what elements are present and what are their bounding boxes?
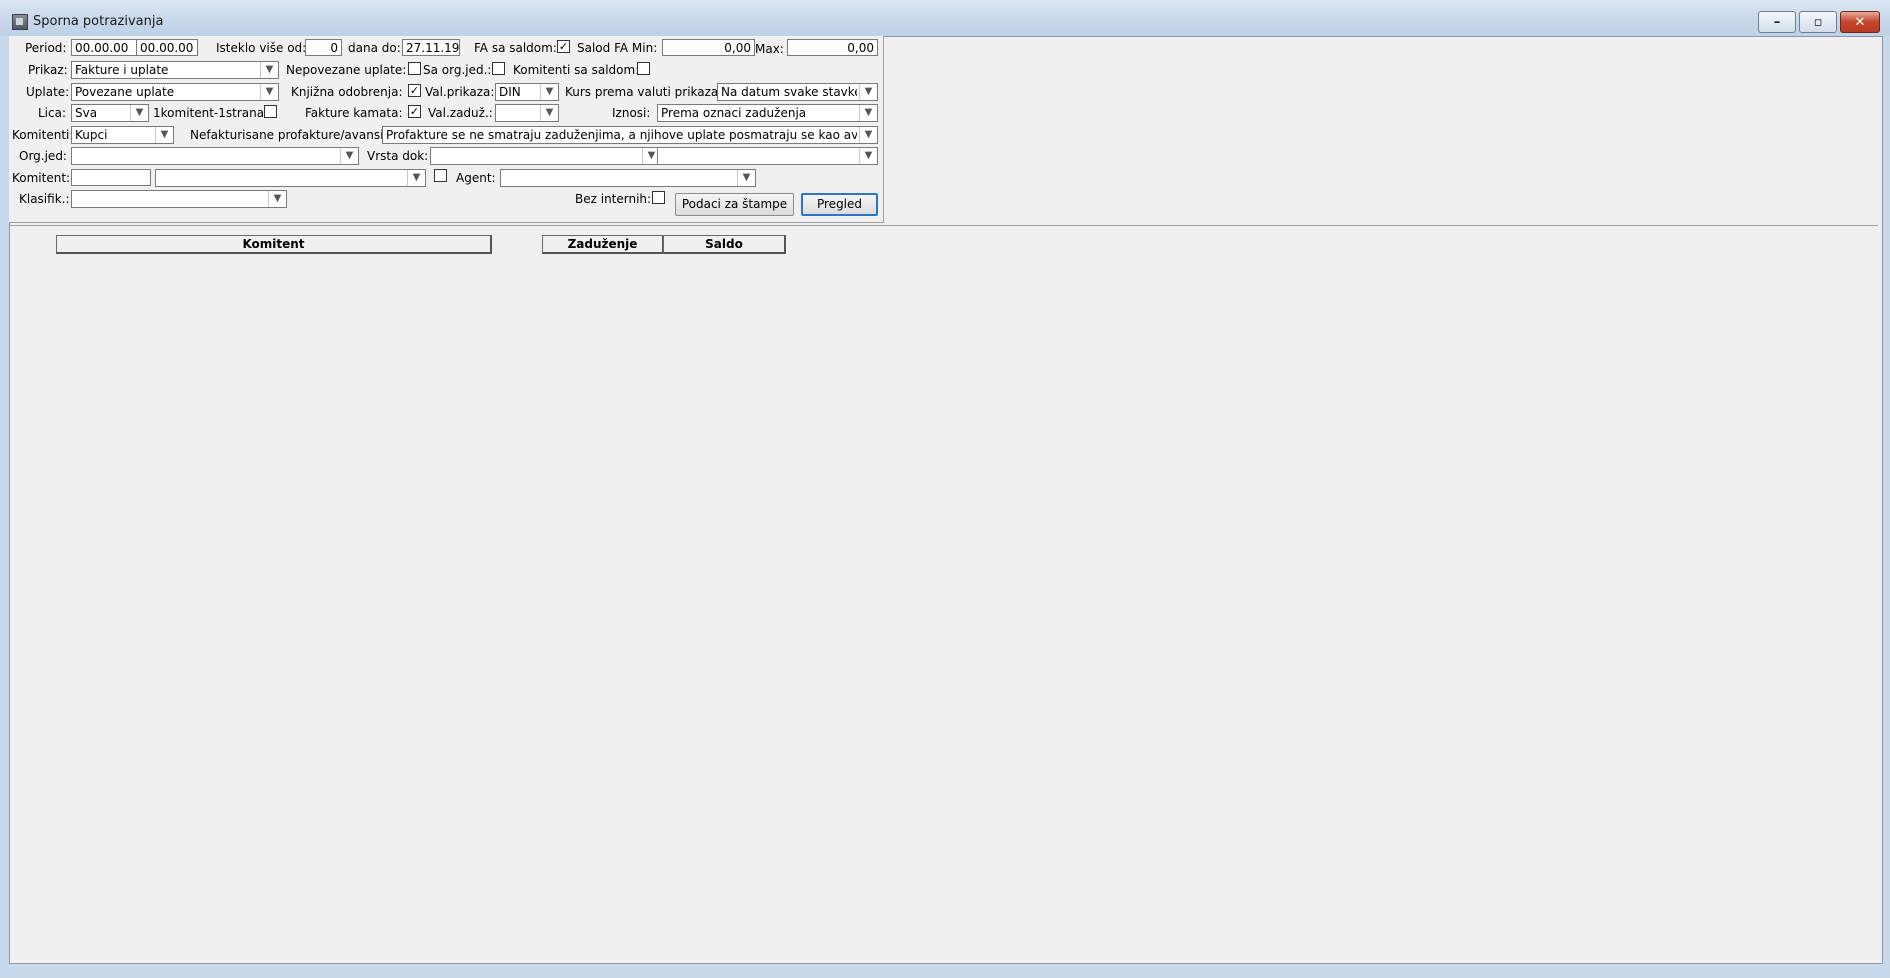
knjizna-checkbox[interactable]: ✓ <box>408 84 421 97</box>
nepovezane-label: Nepovezane uplate: <box>286 63 407 77</box>
agent-dropdown[interactable]: ▼ <box>500 169 756 187</box>
window-app-icon[interactable] <box>12 14 28 30</box>
prikaz-label: Prikaz: <box>28 63 68 77</box>
chevron-down-icon[interactable]: ▼ <box>737 170 755 186</box>
dana-do-label: dana do: <box>348 41 401 55</box>
max-input[interactable]: 0,00 <box>787 39 878 56</box>
title-bar[interactable] <box>0 0 1890 36</box>
close-button[interactable]: ✕ <box>1840 11 1880 33</box>
panel-separator <box>10 225 1878 226</box>
uplate-label: Uplate: <box>26 85 70 99</box>
uplate-value: Povezane uplate <box>75 85 175 99</box>
iznosi-label: Iznosi: <box>612 106 651 120</box>
max-label: Max: <box>755 42 784 56</box>
kurs-label: Kurs prema valuti prikaza: <box>565 85 723 99</box>
sa-org-jed-checkbox[interactable] <box>492 62 505 75</box>
klasifik-label: Klasifik.: <box>19 192 70 206</box>
uplate-dropdown[interactable]: Povezane uplate ▼ <box>71 83 279 101</box>
org-jed-dropdown[interactable]: ▼ <box>71 147 359 165</box>
prikaz-dropdown[interactable]: Fakture i uplate ▼ <box>71 61 279 79</box>
kurs-dropdown[interactable]: Na datum svake stavke ▼ <box>717 83 878 101</box>
vrsta-dok-dropdown[interactable]: ▼ <box>430 147 661 165</box>
nepovezane-checkbox[interactable] <box>408 62 421 75</box>
dana-do-input[interactable]: 27.11.19 <box>402 39 460 56</box>
agent-label: Agent: <box>456 171 496 185</box>
lica-dropdown[interactable]: Sva ▼ <box>71 104 149 122</box>
komitent-label: Komitent: <box>12 171 71 185</box>
val-prikaza-dropdown[interactable]: DIN ▼ <box>495 83 559 101</box>
pregled-button[interactable]: Pregled <box>801 193 878 216</box>
komitenti-value: Kupci <box>75 128 108 142</box>
period-from-input[interactable]: 00.00.00 <box>71 39 140 56</box>
bez-internih-checkbox[interactable] <box>652 191 665 204</box>
chevron-down-icon[interactable]: ▼ <box>260 62 278 78</box>
komitent-code-input[interactable] <box>71 169 151 186</box>
column-header-zaduzenje[interactable]: Zaduženje <box>542 235 664 254</box>
fa-sa-saldom-label: FA sa saldom: <box>474 41 557 55</box>
jedan-komitent-label: 1komitent-1strana: <box>153 106 269 120</box>
chevron-down-icon[interactable]: ▼ <box>268 191 286 207</box>
fa-sa-saldom-checkbox[interactable]: ✓ <box>557 40 570 53</box>
bez-internih-label: Bez internih: <box>575 192 652 206</box>
isteklo-input[interactable]: 0 <box>305 39 342 56</box>
restore-button[interactable]: ▫ <box>1799 11 1837 33</box>
komitent-checkbox[interactable] <box>434 169 447 182</box>
chevron-down-icon[interactable]: ▼ <box>859 84 877 100</box>
sa-org-jed-label: Sa org.jed.: <box>423 63 492 77</box>
val-prikaza-label: Val.prikaza: <box>425 85 495 99</box>
prikaz-value: Fakture i uplate <box>75 63 169 77</box>
chevron-down-icon[interactable]: ▼ <box>859 105 877 121</box>
vrsta-dok-dropdown-2[interactable]: ▼ <box>657 147 878 165</box>
fakture-kamata-checkbox[interactable]: ✓ <box>408 105 421 118</box>
column-header-komitent[interactable]: Komitent <box>56 235 492 254</box>
lica-label: Lica: <box>38 106 67 120</box>
iznosi-value: Prema oznaci zaduženja <box>661 106 807 120</box>
filter-panel: Period: 00.00.00 00.00.00 Isteklo više o… <box>9 36 884 223</box>
chevron-down-icon[interactable]: ▼ <box>407 170 425 186</box>
period-to-input[interactable]: 00.00.00 <box>136 39 198 56</box>
knjizna-label: Knjižna odobrenja: <box>291 85 403 99</box>
komitenti-dropdown[interactable]: Kupci ▼ <box>71 126 174 144</box>
chevron-down-icon[interactable]: ▼ <box>260 84 278 100</box>
komitent-name-dropdown[interactable]: ▼ <box>155 169 426 187</box>
chevron-down-icon[interactable]: ▼ <box>155 127 173 143</box>
val-zaduz-label: Val.zaduž.: <box>428 106 493 120</box>
window-title: Sporna potrazivanja <box>33 14 164 29</box>
chevron-down-icon[interactable]: ▼ <box>340 148 358 164</box>
salod-fa-min-input[interactable]: 0,00 <box>662 39 755 56</box>
lica-value: Sva <box>75 106 98 120</box>
klasifik-dropdown[interactable]: ▼ <box>71 190 287 208</box>
isteklo-label: Isteklo više od: <box>216 41 307 55</box>
kurs-value: Na datum svake stavke <box>721 85 857 99</box>
iznosi-dropdown[interactable]: Prema oznaci zaduženja ▼ <box>657 104 878 122</box>
fakture-kamata-label: Fakture kamata: <box>305 106 403 120</box>
vrsta-dok-label: Vrsta dok: <box>367 149 429 163</box>
column-header-saldo[interactable]: Saldo <box>663 235 786 254</box>
chevron-down-icon[interactable]: ▼ <box>540 84 558 100</box>
period-label: Period: <box>25 41 67 55</box>
jedan-komitent-checkbox[interactable] <box>264 105 277 118</box>
nefakturisane-dropdown[interactable]: Profakture se ne smatraju zaduženjima, a… <box>382 126 878 144</box>
val-prikaza-value: DIN <box>499 85 521 99</box>
chevron-down-icon[interactable]: ▼ <box>540 105 558 121</box>
val-zaduz-dropdown[interactable]: ▼ <box>495 104 559 122</box>
komitenti-sa-saldom-checkbox[interactable] <box>637 62 650 75</box>
podaci-za-stampe-button[interactable]: Podaci za štampe <box>675 193 794 216</box>
chevron-down-icon[interactable]: ▼ <box>859 127 877 143</box>
komitenti-label: Komitenti: <box>12 128 74 142</box>
salod-fa-min-label: Salod FA Min: <box>577 41 658 55</box>
minimize-button[interactable]: – <box>1758 11 1796 33</box>
org-jed-label: Org.jed: <box>19 149 67 163</box>
komitenti-sa-saldom-label: Komitenti sa saldom: <box>513 63 640 77</box>
chevron-down-icon[interactable]: ▼ <box>859 148 877 164</box>
chevron-down-icon[interactable]: ▼ <box>130 105 148 121</box>
nefakturisane-label: Nefakturisane profakture/avansi: <box>190 128 388 142</box>
nefakturisane-value: Profakture se ne smatraju zaduženjima, a… <box>386 128 857 142</box>
